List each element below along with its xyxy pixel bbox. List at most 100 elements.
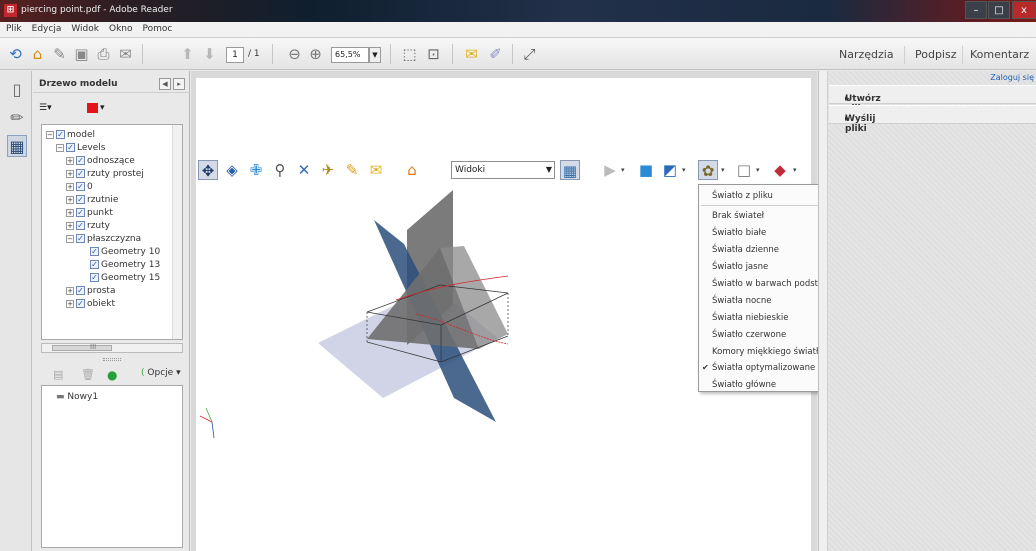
tree-item[interactable]: − ✓ Levels	[56, 142, 105, 155]
background-color-icon[interactable]: □	[734, 160, 754, 180]
page-number-input[interactable]: 1	[226, 47, 244, 63]
options-menu[interactable]: ( Opcje ▾	[141, 368, 181, 378]
collapse-panel-icon[interactable]: ◀	[159, 78, 171, 90]
color-swatch[interactable]	[87, 103, 98, 113]
minimize-button[interactable]: –	[965, 1, 987, 19]
create-pdf-icon[interactable]: ⟲	[6, 45, 25, 63]
checkbox-icon[interactable]: ✓	[76, 195, 85, 204]
checkbox-icon[interactable]: ✓	[76, 169, 85, 178]
zoom-out-icon[interactable]: ⊖	[285, 45, 304, 63]
spin-icon[interactable]: ◈	[222, 160, 242, 180]
expand-icon[interactable]: +	[66, 169, 74, 178]
email-icon[interactable]: ✉	[116, 45, 135, 63]
edit-icon[interactable]: ✎	[50, 45, 69, 63]
close-button[interactable]: x	[1012, 1, 1036, 19]
tree-item[interactable]: ✓ Geometry 15	[90, 272, 160, 285]
tree-item[interactable]: ✓ Geometry 10	[90, 246, 160, 259]
login-link[interactable]: Zaloguj się	[990, 73, 1034, 82]
lighting-icon[interactable]: ✿	[698, 160, 718, 180]
rotate-icon[interactable]: ✥	[198, 160, 218, 180]
create-pdf-section[interactable]: ▸ Utwórz plik PDF	[829, 85, 1036, 124]
lighting-headlamp[interactable]: Światło główne	[712, 380, 776, 390]
menu-okno[interactable]: Okno	[103, 22, 137, 34]
render-mode-icon[interactable]: ◩	[660, 160, 680, 180]
tree-item[interactable]: + ✓ odnoszące	[66, 155, 135, 168]
cross-section-icon[interactable]: ◆	[770, 160, 790, 180]
panel-splitter[interactable]	[103, 358, 121, 361]
lighting-none[interactable]: Brak świateł	[712, 211, 764, 221]
checkbox-icon[interactable]: ✓	[56, 130, 65, 139]
tree-item[interactable]: ✓ Geometry 13	[90, 259, 160, 272]
pane-scrollbar[interactable]	[819, 71, 828, 551]
chevron-down-icon[interactable]: ▾	[621, 166, 625, 174]
checkbox-icon[interactable]: ✓	[76, 182, 85, 191]
save-icon[interactable]: ▣	[72, 45, 91, 63]
expand-icon[interactable]: +	[66, 182, 74, 191]
add-view-icon[interactable]: ●	[107, 368, 117, 382]
collapse-icon[interactable]: −	[56, 143, 64, 152]
checkbox-icon[interactable]: ✓	[76, 299, 85, 308]
camera-icon[interactable]: ▤	[53, 368, 63, 382]
chevron-down-icon[interactable]: ▾	[721, 166, 725, 174]
checkbox-icon[interactable]: ✓	[90, 260, 99, 269]
model-tree-icon[interactable]: ▦	[7, 135, 27, 157]
lighting-bright[interactable]: Światło jasne	[712, 262, 768, 272]
tree-item[interactable]: − ✓ model	[46, 129, 95, 142]
zoom-level-input[interactable]: 65,5%	[331, 47, 369, 63]
next-page-icon[interactable]: ⬇	[200, 45, 219, 63]
zoom-in-icon[interactable]: ⊕	[306, 45, 325, 63]
tree-item[interactable]: + ✓ obiekt	[66, 298, 115, 311]
menu-pomoc[interactable]: Pomoc	[137, 22, 177, 34]
menu-widok[interactable]: Widok	[65, 22, 103, 34]
fit-width-icon[interactable]: ⊡	[424, 45, 443, 63]
lighting-blue[interactable]: Światła niebieskie	[712, 313, 788, 323]
chevron-down-icon[interactable]: ▾	[100, 101, 105, 115]
checkbox-icon[interactable]: ✓	[76, 234, 85, 243]
maximize-button[interactable]: □	[988, 1, 1010, 19]
lighting-white[interactable]: Światło białe	[712, 228, 766, 238]
fit-page-icon[interactable]: ⬚	[400, 45, 419, 63]
collapse-icon[interactable]: −	[46, 130, 54, 139]
panel-menu-icon[interactable]: ▸	[173, 78, 185, 90]
checkbox-icon[interactable]: ✓	[76, 208, 85, 217]
lighting-night[interactable]: Światła nocne	[712, 296, 771, 306]
tree-item[interactable]: + ✓ punkt	[66, 207, 113, 220]
comment-3d-icon[interactable]: ✉	[366, 160, 386, 180]
collapse-icon[interactable]: −	[66, 234, 74, 243]
expand-icon[interactable]: +	[66, 156, 74, 165]
page-thumbnails-icon[interactable]: ▯	[7, 79, 27, 101]
measure-icon[interactable]: ✎	[342, 160, 362, 180]
tree-item[interactable]: + ✓ rzuty prostej	[66, 168, 144, 181]
tree-view-options-icon[interactable]: ☰▾	[39, 101, 52, 115]
menu-plik[interactable]: Plik	[0, 22, 26, 34]
tree-horizontal-scrollbar[interactable]: III	[41, 343, 183, 353]
tree-item[interactable]: + ✓ prosta	[66, 285, 115, 298]
expand-icon[interactable]: +	[66, 208, 74, 217]
send-files-section[interactable]: ▸ Wyślij pliki	[829, 105, 1036, 134]
chevron-down-icon[interactable]: ▾	[793, 166, 797, 174]
play-animation-icon[interactable]: ▶	[600, 160, 620, 180]
sign-tab[interactable]: Podpisz	[915, 48, 957, 61]
chevron-down-icon[interactable]: ▼	[369, 47, 381, 63]
model-tree-toggle-icon[interactable]: ▦	[560, 160, 580, 180]
checkbox-icon[interactable]: ✓	[90, 273, 99, 282]
comment-tab[interactable]: Komentarz	[970, 48, 1029, 61]
checkbox-icon[interactable]: ✓	[90, 247, 99, 256]
open-folder-icon[interactable]: ⌂	[28, 45, 47, 63]
lighting-red[interactable]: Światło czerwone	[712, 330, 786, 340]
tree-scrollbar[interactable]	[172, 125, 182, 339]
expand-icon[interactable]: +	[66, 299, 74, 308]
fly-icon[interactable]: ✈	[318, 160, 338, 180]
expand-icon[interactable]: +	[66, 221, 74, 230]
scroll-thumb[interactable]	[52, 345, 112, 351]
pan-icon[interactable]: ✙	[246, 160, 266, 180]
highlight-icon[interactable]: ✐	[486, 45, 505, 63]
walk-icon[interactable]: ✕	[294, 160, 314, 180]
expand-icon[interactable]: +	[66, 286, 74, 295]
checkbox-icon[interactable]: ✓	[76, 286, 85, 295]
delete-icon[interactable]: 🗑	[81, 368, 95, 382]
lighting-day[interactable]: Światła dzienne	[712, 245, 779, 255]
checkbox-icon[interactable]: ✓	[66, 143, 75, 152]
home-icon[interactable]: ⌂	[402, 160, 422, 180]
checkbox-icon[interactable]: ✓	[76, 156, 85, 165]
